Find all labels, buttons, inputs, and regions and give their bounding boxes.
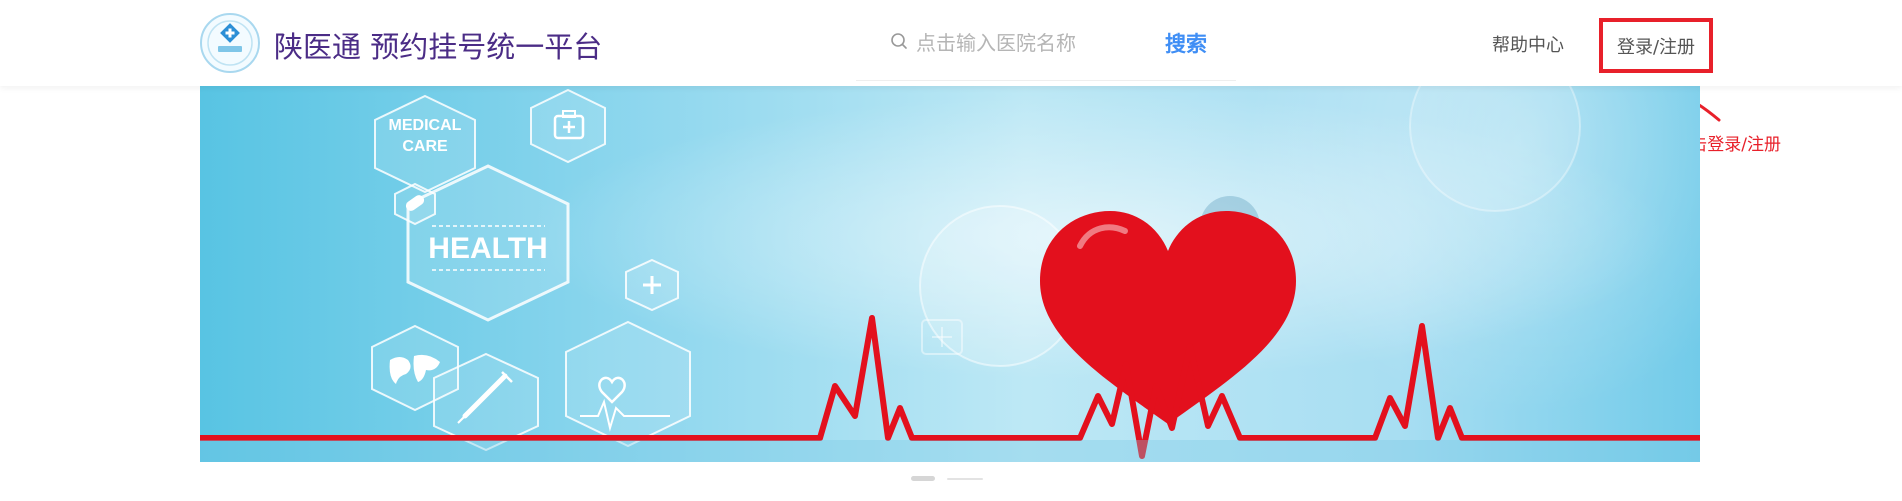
hex-label-health: HEALTH [428,232,547,265]
banner-illustration: MEDICAL CARE HEALTH [200,86,1700,462]
hex-label-medical: MEDICAL [389,117,462,134]
hex-heart [565,320,691,448]
hero-banner[interactable]: MEDICAL CARE HEALTH [200,86,1700,462]
hospital-logo-icon[interactable] [200,13,260,73]
logo-emblem [207,20,253,66]
site-title: 陕医通 预约挂号统一平台 [274,30,603,64]
help-center-link[interactable]: 帮助中心 [1492,31,1564,57]
bokeh-circle [1409,86,1581,212]
login-register-label: 登录/注册 [1616,36,1696,58]
top-header: 陕医通 预约挂号统一平台 搜索 帮助中心 登录/注册 [0,0,1902,86]
search-icon [891,33,907,49]
carousel-dot-active[interactable] [911,476,935,481]
hex-label-care: CARE [402,138,448,155]
login-register-button[interactable]: 登录/注册 [1599,18,1713,73]
carousel-dot[interactable] [947,478,983,480]
hospital-search-input[interactable] [916,28,1126,58]
carousel-indicators [911,476,991,482]
search-button[interactable]: 搜索 [1165,28,1207,58]
